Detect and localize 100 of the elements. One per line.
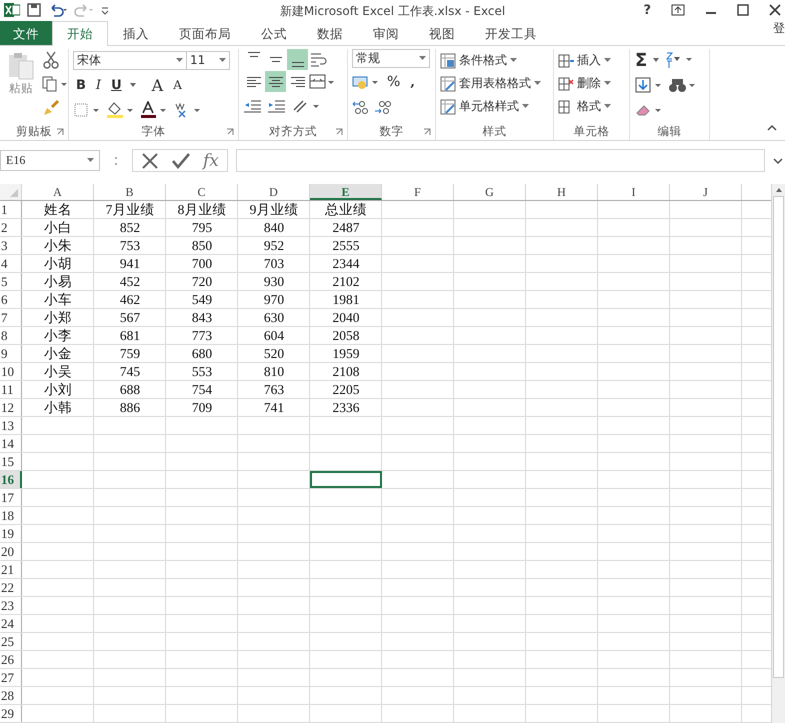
save-icon[interactable] [26,2,42,18]
ribbon-tab[interactable]: 审阅 [358,21,414,45]
active-cell[interactable] [310,471,382,488]
copy-icon[interactable] [42,75,68,93]
excel-logo-icon[interactable] [4,2,20,18]
ribbon-tab[interactable]: 数据 [302,21,358,45]
row-header[interactable]: 12 [0,399,22,416]
insert-function-button[interactable]: fx [203,150,219,170]
binoculars-icon[interactable] [668,76,698,94]
row-header[interactable]: 9 [0,345,22,362]
ribbon-tab[interactable]: 开始 [52,21,108,46]
row-header[interactable]: 14 [0,435,22,452]
row-header[interactable]: 23 [0,597,22,614]
row-header[interactable]: 4 [0,255,22,272]
row-header[interactable]: 27 [0,669,22,686]
ribbon-tab[interactable]: 开发工具 [470,21,552,45]
ribbon-tab[interactable]: 视图 [414,21,470,45]
align-button[interactable] [265,71,286,92]
cells-menu-button[interactable]: 插入 [558,51,625,70]
increase-indent-icon[interactable] [267,98,287,114]
wrap-text-icon[interactable] [309,50,329,68]
sort-filter-icon[interactable] [664,51,694,69]
styles-menu-button[interactable]: 条件格式 [440,51,549,70]
close-icon[interactable] [769,4,781,16]
row-header[interactable]: 13 [0,417,22,434]
row-header[interactable]: 8 [0,327,22,344]
cells-menu-button[interactable]: 删除 [558,74,625,93]
row-header[interactable]: 15 [0,453,22,470]
help-button[interactable]: ? [643,2,651,18]
scrollbar-thumb[interactable] [773,196,784,678]
paste-button[interactable]: 粘贴 [4,49,38,122]
phonetic-guide-icon[interactable] [173,101,203,119]
column-header[interactable]: E [310,184,382,200]
borders-icon[interactable] [73,102,101,118]
percent-button[interactable]: % [384,72,404,92]
currency-icon[interactable] [352,74,380,90]
align-button[interactable] [287,49,308,70]
row-header[interactable]: 26 [0,651,22,668]
format-painter-icon[interactable] [42,99,60,117]
row-header[interactable]: 22 [0,579,22,596]
styles-menu-button[interactable]: 单元格样式 [440,97,549,116]
dialog-launcher-icon[interactable] [226,128,234,136]
row-header[interactable]: 7 [0,309,22,326]
dialog-launcher-icon[interactable] [56,128,64,136]
row-header[interactable]: 6 [0,291,22,308]
row-header[interactable]: 11 [0,381,22,398]
decrease-indent-icon[interactable] [243,98,263,114]
decrease-font-button[interactable]: A [170,75,185,95]
ribbon-tab[interactable]: 公式 [246,21,302,45]
increase-decimal-icon[interactable] [352,99,370,115]
font-size-dropdown[interactable]: 11 [186,50,230,70]
row-header[interactable]: 20 [0,543,22,560]
cancel-icon[interactable] [141,152,159,170]
merge-center-icon[interactable] [309,72,335,90]
row-header[interactable]: 10 [0,363,22,380]
file-tab[interactable]: 文件 [0,21,52,45]
row-header[interactable]: 2 [0,219,22,236]
scroll-up-icon[interactable] [774,187,782,193]
caret-icon[interactable] [652,57,660,63]
orientation-icon[interactable] [291,98,321,114]
collapse-ribbon-icon[interactable] [767,124,777,132]
row-header[interactable]: 28 [0,687,22,704]
fill-down-icon[interactable] [634,76,664,94]
increase-font-button[interactable]: A [148,75,166,95]
row-header[interactable]: 16 [0,471,22,488]
row-header[interactable]: 18 [0,507,22,524]
font-color-icon[interactable] [139,101,169,119]
comma-style-button[interactable]: , [407,72,418,92]
ribbon-tab[interactable]: 页面布局 [164,21,246,45]
row-header[interactable]: 24 [0,615,22,632]
name-box[interactable]: E16 [0,150,100,171]
font-name-dropdown[interactable]: 宋体 [73,50,187,70]
number-format-dropdown[interactable]: 常规 [352,49,430,68]
row-header[interactable]: 19 [0,525,22,542]
decrease-decimal-icon[interactable] [374,99,392,115]
row-header[interactable]: 1 [0,201,22,218]
caret-icon[interactable] [128,82,137,88]
autosum-button[interactable]: Σ [634,50,648,70]
dialog-launcher-icon[interactable] [423,128,431,136]
row-header[interactable]: 5 [0,273,22,290]
styles-menu-button[interactable]: 套用表格格式 [440,74,549,93]
italic-button[interactable]: I [92,75,104,95]
sign-in-link[interactable]: 登 [773,20,785,37]
row-header[interactable]: 21 [0,561,22,578]
cut-icon[interactable] [42,51,60,69]
row-header[interactable]: 3 [0,237,22,254]
bold-button[interactable]: B [73,75,89,95]
underline-button[interactable]: U [108,75,125,95]
row-header[interactable]: 25 [0,633,22,650]
ribbon-tab[interactable]: 插入 [108,21,164,45]
check-icon[interactable] [171,152,191,170]
dialog-launcher-icon[interactable] [335,128,343,136]
ribbon-display-icon[interactable] [671,4,685,16]
formula-input[interactable] [236,149,765,172]
fill-color-icon[interactable] [105,101,135,119]
maximize-icon[interactable] [737,4,749,16]
expand-icon[interactable] [773,156,783,164]
row-header[interactable]: 29 [0,705,22,722]
cells-menu-button[interactable]: 格式 [558,97,625,116]
row-header[interactable]: 17 [0,489,22,506]
